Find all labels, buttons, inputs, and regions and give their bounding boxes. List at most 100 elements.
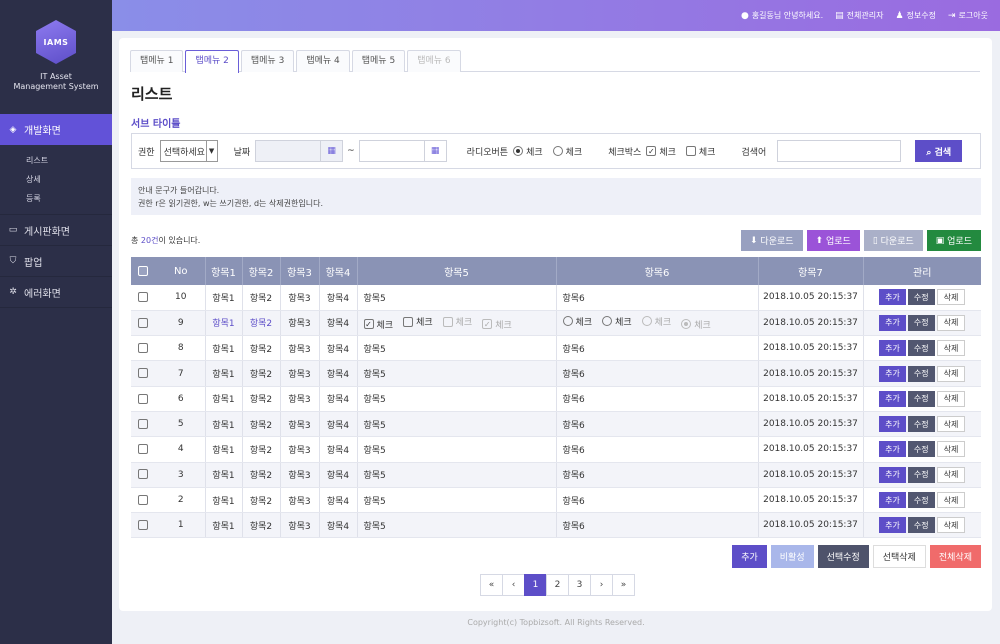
subnav-item-list[interactable]: 리스트 (26, 151, 112, 170)
file-download-button[interactable]: ▯ 다운로드 (863, 230, 923, 251)
row-delete-button[interactable]: 삭제 (936, 441, 966, 458)
row-select[interactable] (131, 386, 157, 412)
tab-1[interactable]: 탭메뉴 1 (130, 50, 184, 72)
sidebar-item-board[interactable]: ▭ 게시판화면 (0, 215, 112, 246)
tab-3[interactable]: 탭메뉴 3 (240, 50, 295, 72)
row-delete-button[interactable]: 삭제 (936, 466, 966, 483)
page-3-button[interactable]: 3 (568, 574, 591, 596)
row-select[interactable] (131, 462, 157, 488)
row-select[interactable] (131, 512, 157, 539)
row-edit-button[interactable]: 수정 (907, 416, 935, 433)
tab-4[interactable]: 탭메뉴 4 (296, 50, 350, 72)
row-delete-button[interactable]: 삭제 (936, 390, 966, 407)
row-edit-button[interactable]: 수정 (907, 365, 935, 382)
delete-all-button[interactable]: 전체삭제 (929, 545, 981, 568)
calendar-icon[interactable]: ▦ (320, 141, 342, 161)
row-edit-button[interactable]: 수정 (907, 340, 935, 357)
selected-delete-button[interactable]: 선택삭제 (872, 545, 926, 568)
logout-link[interactable]: ⇥ 로그아웃 (948, 10, 988, 21)
row-add-button[interactable]: 추가 (879, 492, 906, 509)
row-select[interactable] (131, 411, 157, 438)
page-prev-button[interactable]: ‹ (502, 574, 525, 596)
checkbox-option-1[interactable]: ✓ 체크 (646, 145, 676, 158)
checkbox-checked[interactable]: ✓ (363, 319, 374, 330)
checkbox-unchecked[interactable] (403, 316, 414, 327)
select-all-checkbox[interactable] (137, 265, 148, 276)
profile-link[interactable]: ♟ 정보수정 (895, 10, 936, 21)
row-add-button[interactable]: 추가 (879, 517, 906, 534)
row-add-button[interactable]: 추가 (879, 365, 906, 382)
radio-unchecked[interactable] (602, 316, 613, 327)
checkbox-option-2[interactable]: 체크 (685, 145, 715, 158)
sidebar-item-dev[interactable]: ◈ 개발화면 (0, 114, 112, 145)
row-edit-button[interactable]: 수정 (907, 390, 935, 407)
row-radio-2[interactable]: 체크 (602, 315, 632, 328)
excel-upload-button[interactable]: ▣ 업로드 (926, 230, 981, 251)
cell-2[interactable]: 항목2 (241, 310, 280, 337)
row-delete-button[interactable]: 삭제 (936, 416, 966, 433)
row-select[interactable] (131, 310, 157, 337)
row-radio-1[interactable]: 체크 (562, 315, 592, 328)
row-checkbox[interactable] (137, 292, 148, 303)
radio-option-2[interactable]: 체크 (552, 145, 582, 158)
page-1-button[interactable]: 1 (524, 574, 547, 596)
row-checkbox[interactable] (137, 494, 148, 505)
row-edit-button[interactable]: 수정 (907, 314, 935, 331)
row-checkbox[interactable] (137, 520, 148, 531)
keyword-input[interactable] (777, 140, 902, 162)
row-checkbox[interactable] (137, 342, 148, 353)
subnav-item-register[interactable]: 등록 (26, 189, 112, 208)
search-button[interactable]: ⌕ 검색 (915, 140, 963, 162)
page-2-button[interactable]: 2 (546, 574, 569, 596)
row-checkbox[interactable] (137, 469, 148, 480)
row-select[interactable] (131, 436, 157, 463)
row-checkbox[interactable] (137, 317, 148, 328)
subnav-item-detail[interactable]: 상세 (26, 170, 112, 189)
row-checkbox[interactable] (137, 368, 148, 379)
row-delete-button[interactable]: 삭제 (936, 492, 966, 509)
row-select[interactable] (131, 335, 157, 362)
row-checkbox-checked[interactable]: ✓ 체크 (363, 318, 393, 331)
row-add-button[interactable]: 추가 (879, 314, 906, 331)
row-select[interactable] (131, 360, 157, 387)
add-button[interactable]: 추가 (732, 545, 767, 568)
row-checkbox[interactable] (137, 393, 148, 404)
row-delete-button[interactable]: 삭제 (936, 314, 966, 331)
cell-1[interactable]: 항목1 (204, 310, 242, 337)
row-add-button[interactable]: 추가 (879, 466, 906, 483)
page-last-button[interactable]: » (612, 574, 635, 596)
checkbox-unchecked[interactable] (685, 146, 696, 156)
date-start-input[interactable]: ▦ (255, 140, 344, 162)
row-checkbox[interactable] (137, 418, 148, 429)
row-edit-button[interactable]: 수정 (907, 441, 935, 458)
sidebar-item-error[interactable]: ✲ 에러화면 (0, 277, 112, 308)
page-next-button[interactable]: › (590, 574, 613, 596)
page-first-button[interactable]: « (480, 574, 503, 596)
tab-2[interactable]: 탭메뉴 2 (185, 50, 239, 73)
row-add-button[interactable]: 추가 (879, 289, 906, 306)
row-delete-button[interactable]: 삭제 (936, 340, 966, 357)
row-edit-button[interactable]: 수정 (907, 492, 935, 509)
row-delete-button[interactable]: 삭제 (936, 289, 966, 306)
checkbox-checked[interactable]: ✓ (646, 146, 657, 156)
row-edit-button[interactable]: 수정 (907, 466, 935, 483)
upload-button[interactable]: ⬆ 업로드 (806, 230, 860, 251)
row-checkbox[interactable] (137, 444, 148, 455)
selected-edit-button[interactable]: 선택수정 (817, 545, 869, 568)
row-checkbox-unchecked[interactable]: 체크 (403, 315, 433, 328)
tab-5[interactable]: 탭메뉴 5 (351, 50, 406, 72)
calendar-icon[interactable]: ▦ (423, 141, 446, 161)
row-add-button[interactable]: 추가 (879, 441, 906, 458)
radio-checked[interactable] (513, 146, 524, 156)
row-add-button[interactable]: 추가 (879, 390, 906, 407)
row-edit-button[interactable]: 수정 (907, 289, 935, 306)
row-add-button[interactable]: 추가 (879, 340, 906, 357)
download-button[interactable]: ⬇ 다운로드 (741, 230, 803, 251)
sidebar-item-popup[interactable]: ⛉ 팝업 (0, 246, 112, 277)
date-end-input[interactable]: ▦ (358, 140, 447, 162)
radio-option-1[interactable]: 체크 (513, 145, 543, 158)
row-add-button[interactable]: 추가 (879, 416, 906, 433)
row-delete-button[interactable]: 삭제 (936, 517, 966, 534)
row-delete-button[interactable]: 삭제 (936, 365, 966, 382)
perm-select[interactable]: 선택하세요 ▼ (159, 140, 218, 162)
